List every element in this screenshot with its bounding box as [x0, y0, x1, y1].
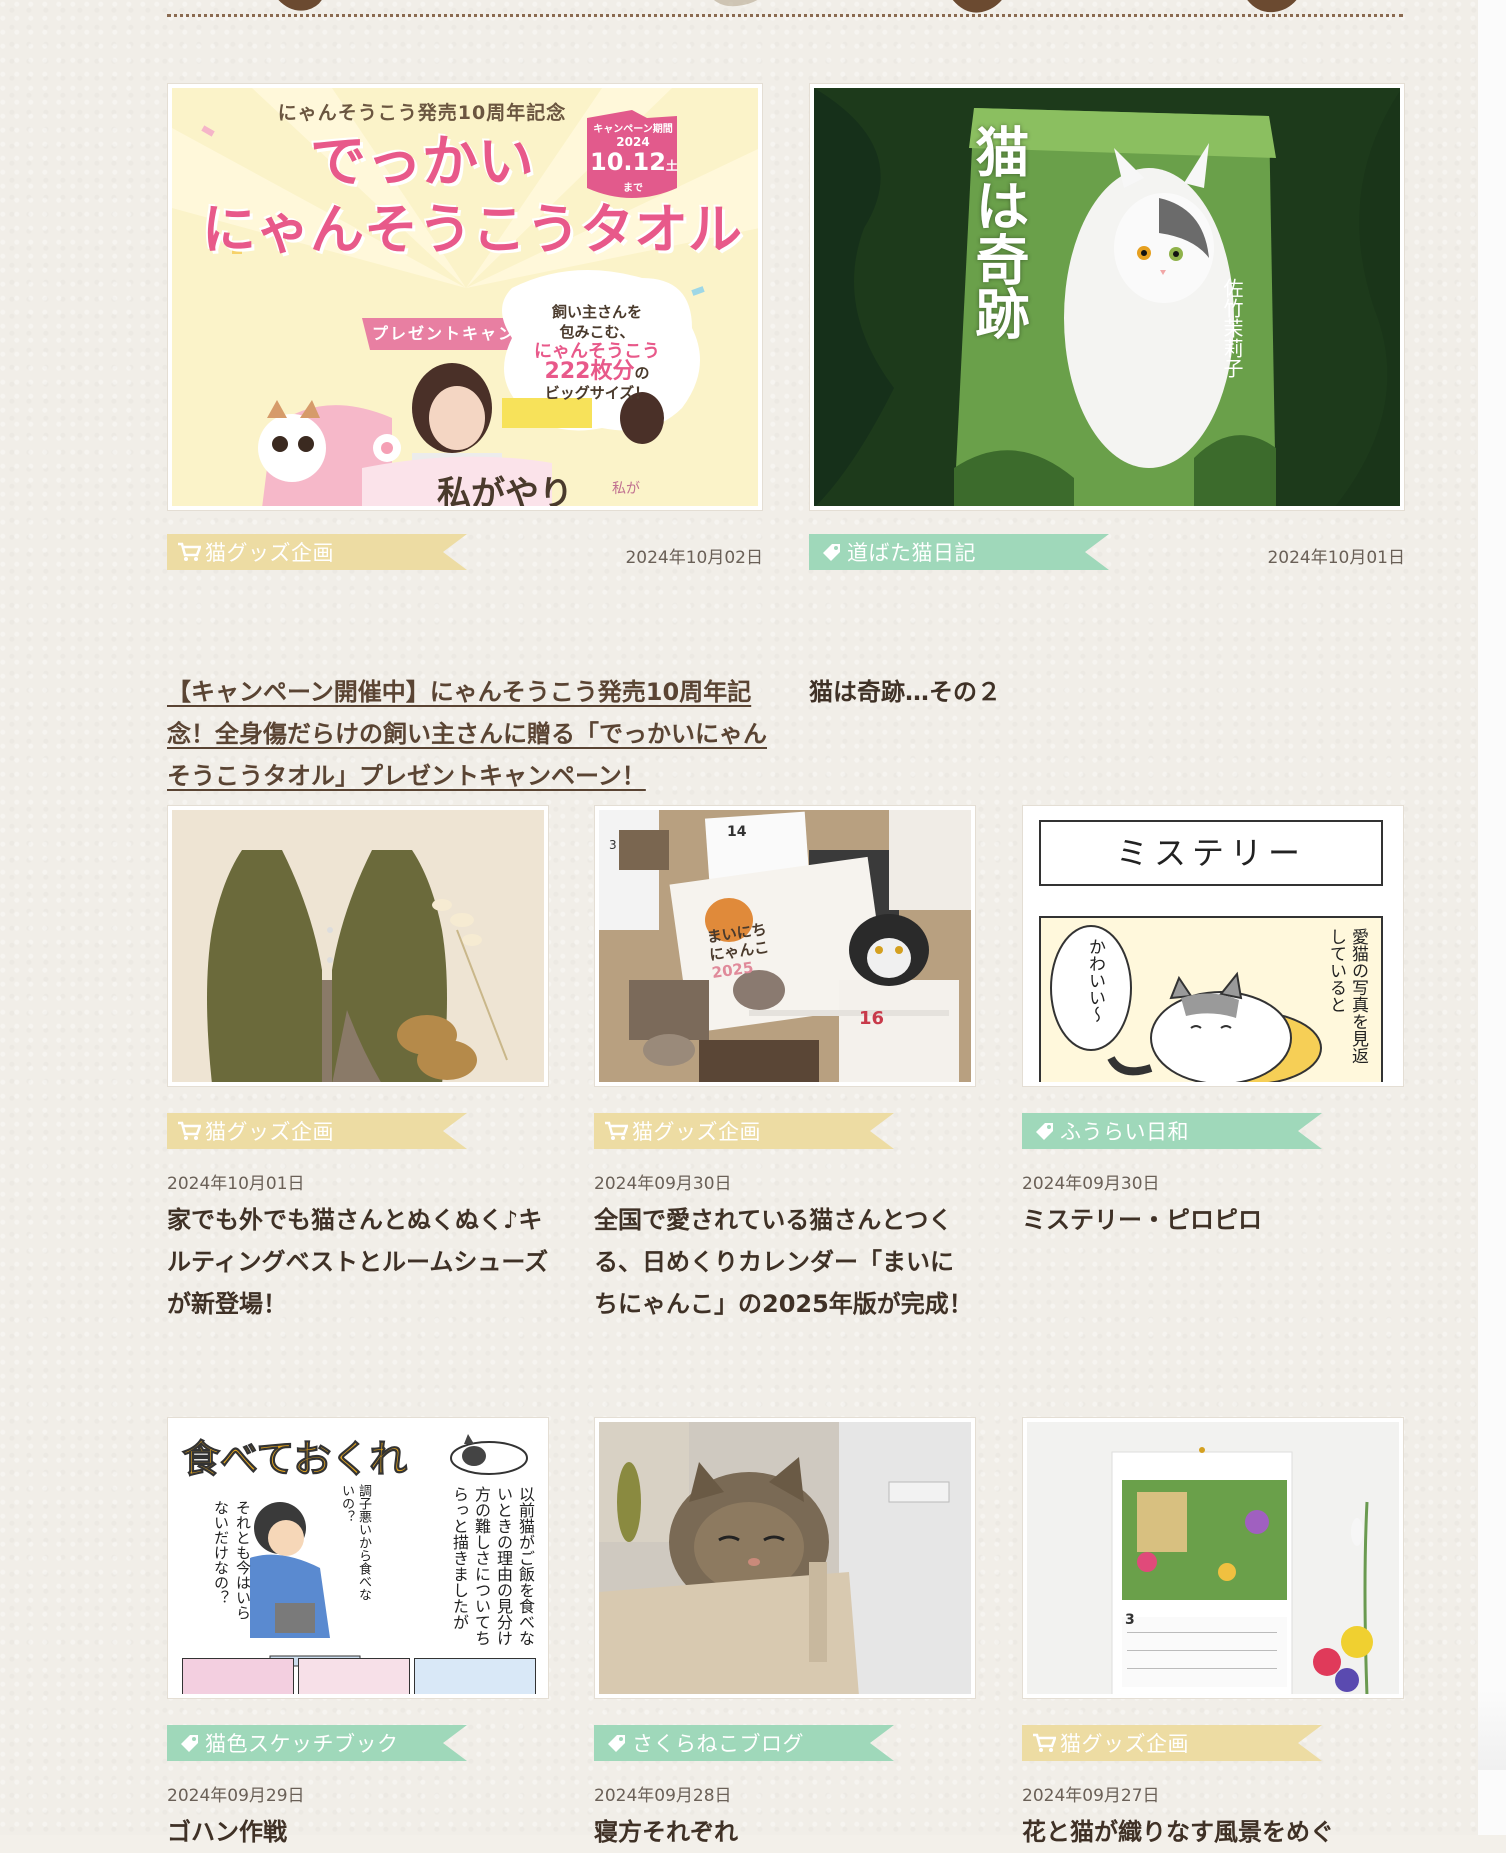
comic-text: 調子悪いから食べないの？ — [339, 1484, 371, 1601]
article-date: 2024年10月01日 — [1267, 548, 1405, 568]
comic-panel: かわいい～ 愛猫の写真を見返していると — [1039, 916, 1383, 1082]
scrollbar-thumb[interactable] — [1478, 1690, 1506, 1770]
cart-icon — [173, 534, 205, 570]
article-date: 2024年10月02日 — [625, 548, 763, 568]
banner-top-line: にゃんそうこう発売10周年記念 — [277, 102, 567, 124]
bubble-line: の — [634, 364, 650, 382]
book-author: 佐竹茉莉子 — [1220, 278, 1244, 378]
scrollbar-track[interactable] — [1478, 0, 1506, 1835]
badge-date: 10.12 — [590, 148, 666, 176]
bubble-size-row: 222枚分の — [522, 359, 672, 384]
svg-text:私が: 私が — [612, 481, 640, 497]
bubble-line: ビッグサイズ！ — [544, 384, 650, 402]
article-date: 2024年09月28日 — [594, 1786, 732, 1806]
cart-icon — [173, 1113, 205, 1149]
book-title: 猫は奇跡 — [966, 124, 1029, 340]
article-thumbnail[interactable]: 私が にゃんそうこう発売10周年記念 でっかい にゃんそうこうタオル プレゼント… — [167, 83, 763, 511]
vest-photo — [172, 810, 544, 1082]
badge-year: 2024 — [616, 135, 650, 149]
badge-until: まで — [623, 183, 643, 194]
bubble-text: 飼い主さんを 包みこむ、 にゃんそうこう 222枚分の ビッグサイズ！ — [522, 302, 672, 403]
category-label[interactable]: さくらねこブログ — [594, 1725, 894, 1761]
category-label[interactable]: 猫グッズ企画 — [1022, 1725, 1322, 1761]
comic-text: それとも今はいらないだけなの？ — [212, 1500, 252, 1620]
article-title-link[interactable]: 寝方それぞれ — [594, 1811, 976, 1853]
category-label[interactable]: 猫色スケッチブック — [167, 1725, 467, 1761]
tag-icon — [1028, 1113, 1060, 1149]
comic-text: 以前猫がご飯を食べないときの理由の見分け方の難しさについてちらっと描きましたが — [450, 1486, 535, 1646]
cat-silhouette-icon — [278, 0, 322, 11]
banner-title-line2: にゃんそうこうタオル — [202, 198, 742, 261]
category-label[interactable]: ふうらい日和 — [1022, 1113, 1322, 1149]
calendar-month: 3 — [1125, 1612, 1135, 1628]
article-title-text[interactable]: 【キャンペーン開催中】にゃんそうこう発売10周年記念！全身傷だらけの飼い主さんに… — [167, 678, 767, 790]
category-name: 猫グッズ企画 — [632, 1120, 761, 1144]
article-thumbnail[interactable]: ミステリー かわいい～ 愛猫の写真を見返していると — [1022, 805, 1404, 1087]
book-photo — [814, 88, 1400, 506]
sleeping-cat-photo — [599, 1422, 971, 1694]
category-name: ふうらい日和 — [1060, 1120, 1189, 1144]
tag-icon — [173, 1725, 205, 1761]
category-name: さくらねこブログ — [632, 1732, 804, 1756]
category-name: 猫色スケッチブック — [205, 1732, 399, 1756]
article-title-link[interactable]: 全国で愛されている猫さんとつくる、日めくりカレンダー「まいにちにゃんこ」の202… — [594, 1199, 976, 1325]
banner-title-line1: でっかい — [310, 130, 534, 195]
cat-silhouette-icon — [952, 0, 1002, 13]
campaign-period-badge: キャンペーン期間 2024 10.12土 まで — [590, 114, 678, 194]
comic-bottom-panel — [182, 1658, 294, 1694]
towel-text: 私がやり — [437, 474, 573, 506]
cat-doodle-icon — [450, 1434, 528, 1475]
speech-text: かわいい～ — [1085, 938, 1105, 1023]
bubble-line: 飼い主さんを — [551, 303, 642, 321]
article-title-link[interactable]: 花と猫が織りなす風景をめぐ — [1022, 1811, 1404, 1853]
comic-title: 食べておくれ — [181, 1437, 408, 1482]
article-title-link[interactable]: 家でも外でも猫さんとぬくぬく♪キルティングベストとルームシューズが新登場！ — [167, 1199, 549, 1325]
page-number: 16 — [859, 1008, 885, 1029]
badge-top: キャンペーン期間 — [593, 124, 673, 135]
tag-icon — [815, 534, 847, 570]
cart-icon — [1028, 1725, 1060, 1761]
bubble-line: 222枚分 — [544, 359, 635, 384]
category-label[interactable]: 猫グッズ企画 — [594, 1113, 894, 1149]
tag-icon — [600, 1725, 632, 1761]
category-label[interactable]: 猫グッズ企画 — [167, 1113, 467, 1149]
badge-day: 土 — [665, 159, 678, 173]
article-date: 2024年09月29日 — [167, 1786, 305, 1806]
cat-silhouette-icon — [714, 0, 758, 7]
article-title-link[interactable]: ミステリー・ピロピロ — [1022, 1199, 1404, 1241]
article-date: 2024年09月30日 — [1022, 1174, 1160, 1194]
article-title-link[interactable]: 猫は奇跡…その２ — [809, 671, 1405, 713]
article-thumbnail[interactable]: 3 — [1022, 1417, 1404, 1699]
badge-date-row: 10.12土 — [590, 148, 678, 179]
page-number: 14 — [727, 824, 747, 840]
category-name: 猫グッズ企画 — [205, 1120, 334, 1144]
category-name: 猫グッズ企画 — [205, 541, 334, 565]
article-thumbnail[interactable]: 食べておくれ 以前猫がご飯を食べないときの理由の見分け方の難しさについてちらっと… — [167, 1417, 549, 1699]
article-thumbnail[interactable] — [594, 1417, 976, 1699]
page-number: 3 — [609, 838, 617, 852]
article-thumbnail[interactable]: 猫は奇跡 佐竹茉莉子 — [809, 83, 1405, 511]
category-label[interactable]: 猫グッズ企画 — [167, 534, 467, 570]
comic-bottom-panel — [414, 1658, 536, 1694]
category-label[interactable]: 道ばた猫日記 — [809, 534, 1109, 570]
bubble-line: 包みこむ、 — [559, 323, 635, 341]
comic-title-panel: ミステリー — [1039, 820, 1383, 886]
article-thumbnail[interactable]: 14 3 16 まいにち にゃんこ 2025 — [594, 805, 976, 1087]
flower-calendar-photo — [1027, 1422, 1399, 1694]
category-name: 猫グッズ企画 — [1060, 1732, 1189, 1756]
dotted-divider — [167, 14, 1403, 17]
cat-silhouette-icon — [1247, 0, 1297, 13]
article-date: 2024年10月01日 — [167, 1174, 305, 1194]
article-title-link[interactable]: ゴハン作戦 — [167, 1811, 549, 1853]
article-thumbnail[interactable] — [167, 805, 549, 1087]
section-header — [167, 0, 1403, 22]
narration-text: 愛猫の写真を見返していると — [1326, 928, 1368, 1064]
comic-bottom-panel — [298, 1658, 410, 1694]
cart-icon — [600, 1113, 632, 1149]
article-date: 2024年09月30日 — [594, 1174, 732, 1194]
article-date: 2024年09月27日 — [1022, 1786, 1160, 1806]
category-name: 道ばた猫日記 — [847, 541, 976, 565]
